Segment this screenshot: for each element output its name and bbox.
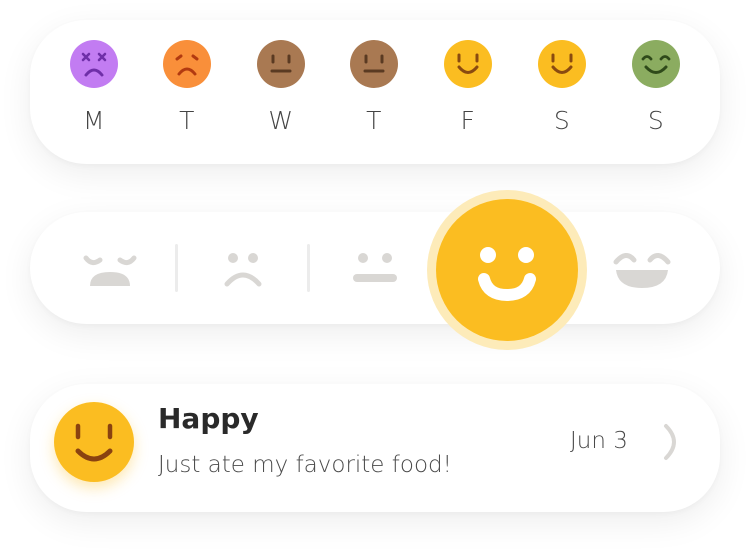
day-letter: T	[179, 106, 195, 135]
day-monday[interactable]: M	[64, 20, 124, 164]
day-letter: T	[366, 106, 382, 135]
day-letter: M	[82, 106, 106, 135]
day-letter: W	[268, 106, 294, 135]
day-friday[interactable]: F	[438, 20, 498, 164]
awful-face-icon[interactable]	[70, 212, 150, 324]
divider	[175, 244, 178, 292]
happy-face-icon	[444, 40, 492, 88]
day-letter: S	[553, 106, 571, 135]
sad-face-icon	[163, 40, 211, 88]
day-sunday[interactable]: S	[626, 20, 686, 164]
day-letter: F	[460, 106, 476, 135]
chevron-right-icon[interactable]	[658, 422, 688, 462]
neutral-face-icon[interactable]	[335, 212, 415, 324]
happy-face-icon	[538, 40, 586, 88]
joyful-face-icon	[632, 40, 680, 88]
sad-face-icon[interactable]	[203, 212, 283, 324]
entry-mood-title: Happy	[158, 402, 259, 435]
neutral-face-icon	[350, 40, 398, 88]
mood-selector	[30, 212, 720, 324]
week-mood-card: M T W T F S S	[30, 20, 720, 164]
happy-face-icon	[54, 402, 134, 482]
selected-happy-face-button[interactable]	[436, 199, 578, 341]
neutral-face-icon	[257, 40, 305, 88]
day-letter: S	[647, 106, 665, 135]
day-tuesday[interactable]: T	[157, 20, 217, 164]
entry-date: Jun 3	[570, 428, 628, 454]
joyful-face-icon[interactable]	[602, 212, 682, 324]
mood-entry-card[interactable]: Happy Just ate my favorite food! Jun 3	[30, 384, 720, 512]
entry-note: Just ate my favorite food!	[158, 452, 452, 478]
day-wednesday[interactable]: W	[251, 20, 311, 164]
day-thursday[interactable]: T	[344, 20, 404, 164]
dizzy-face-icon	[70, 40, 118, 88]
day-saturday[interactable]: S	[532, 20, 592, 164]
divider	[307, 244, 310, 292]
